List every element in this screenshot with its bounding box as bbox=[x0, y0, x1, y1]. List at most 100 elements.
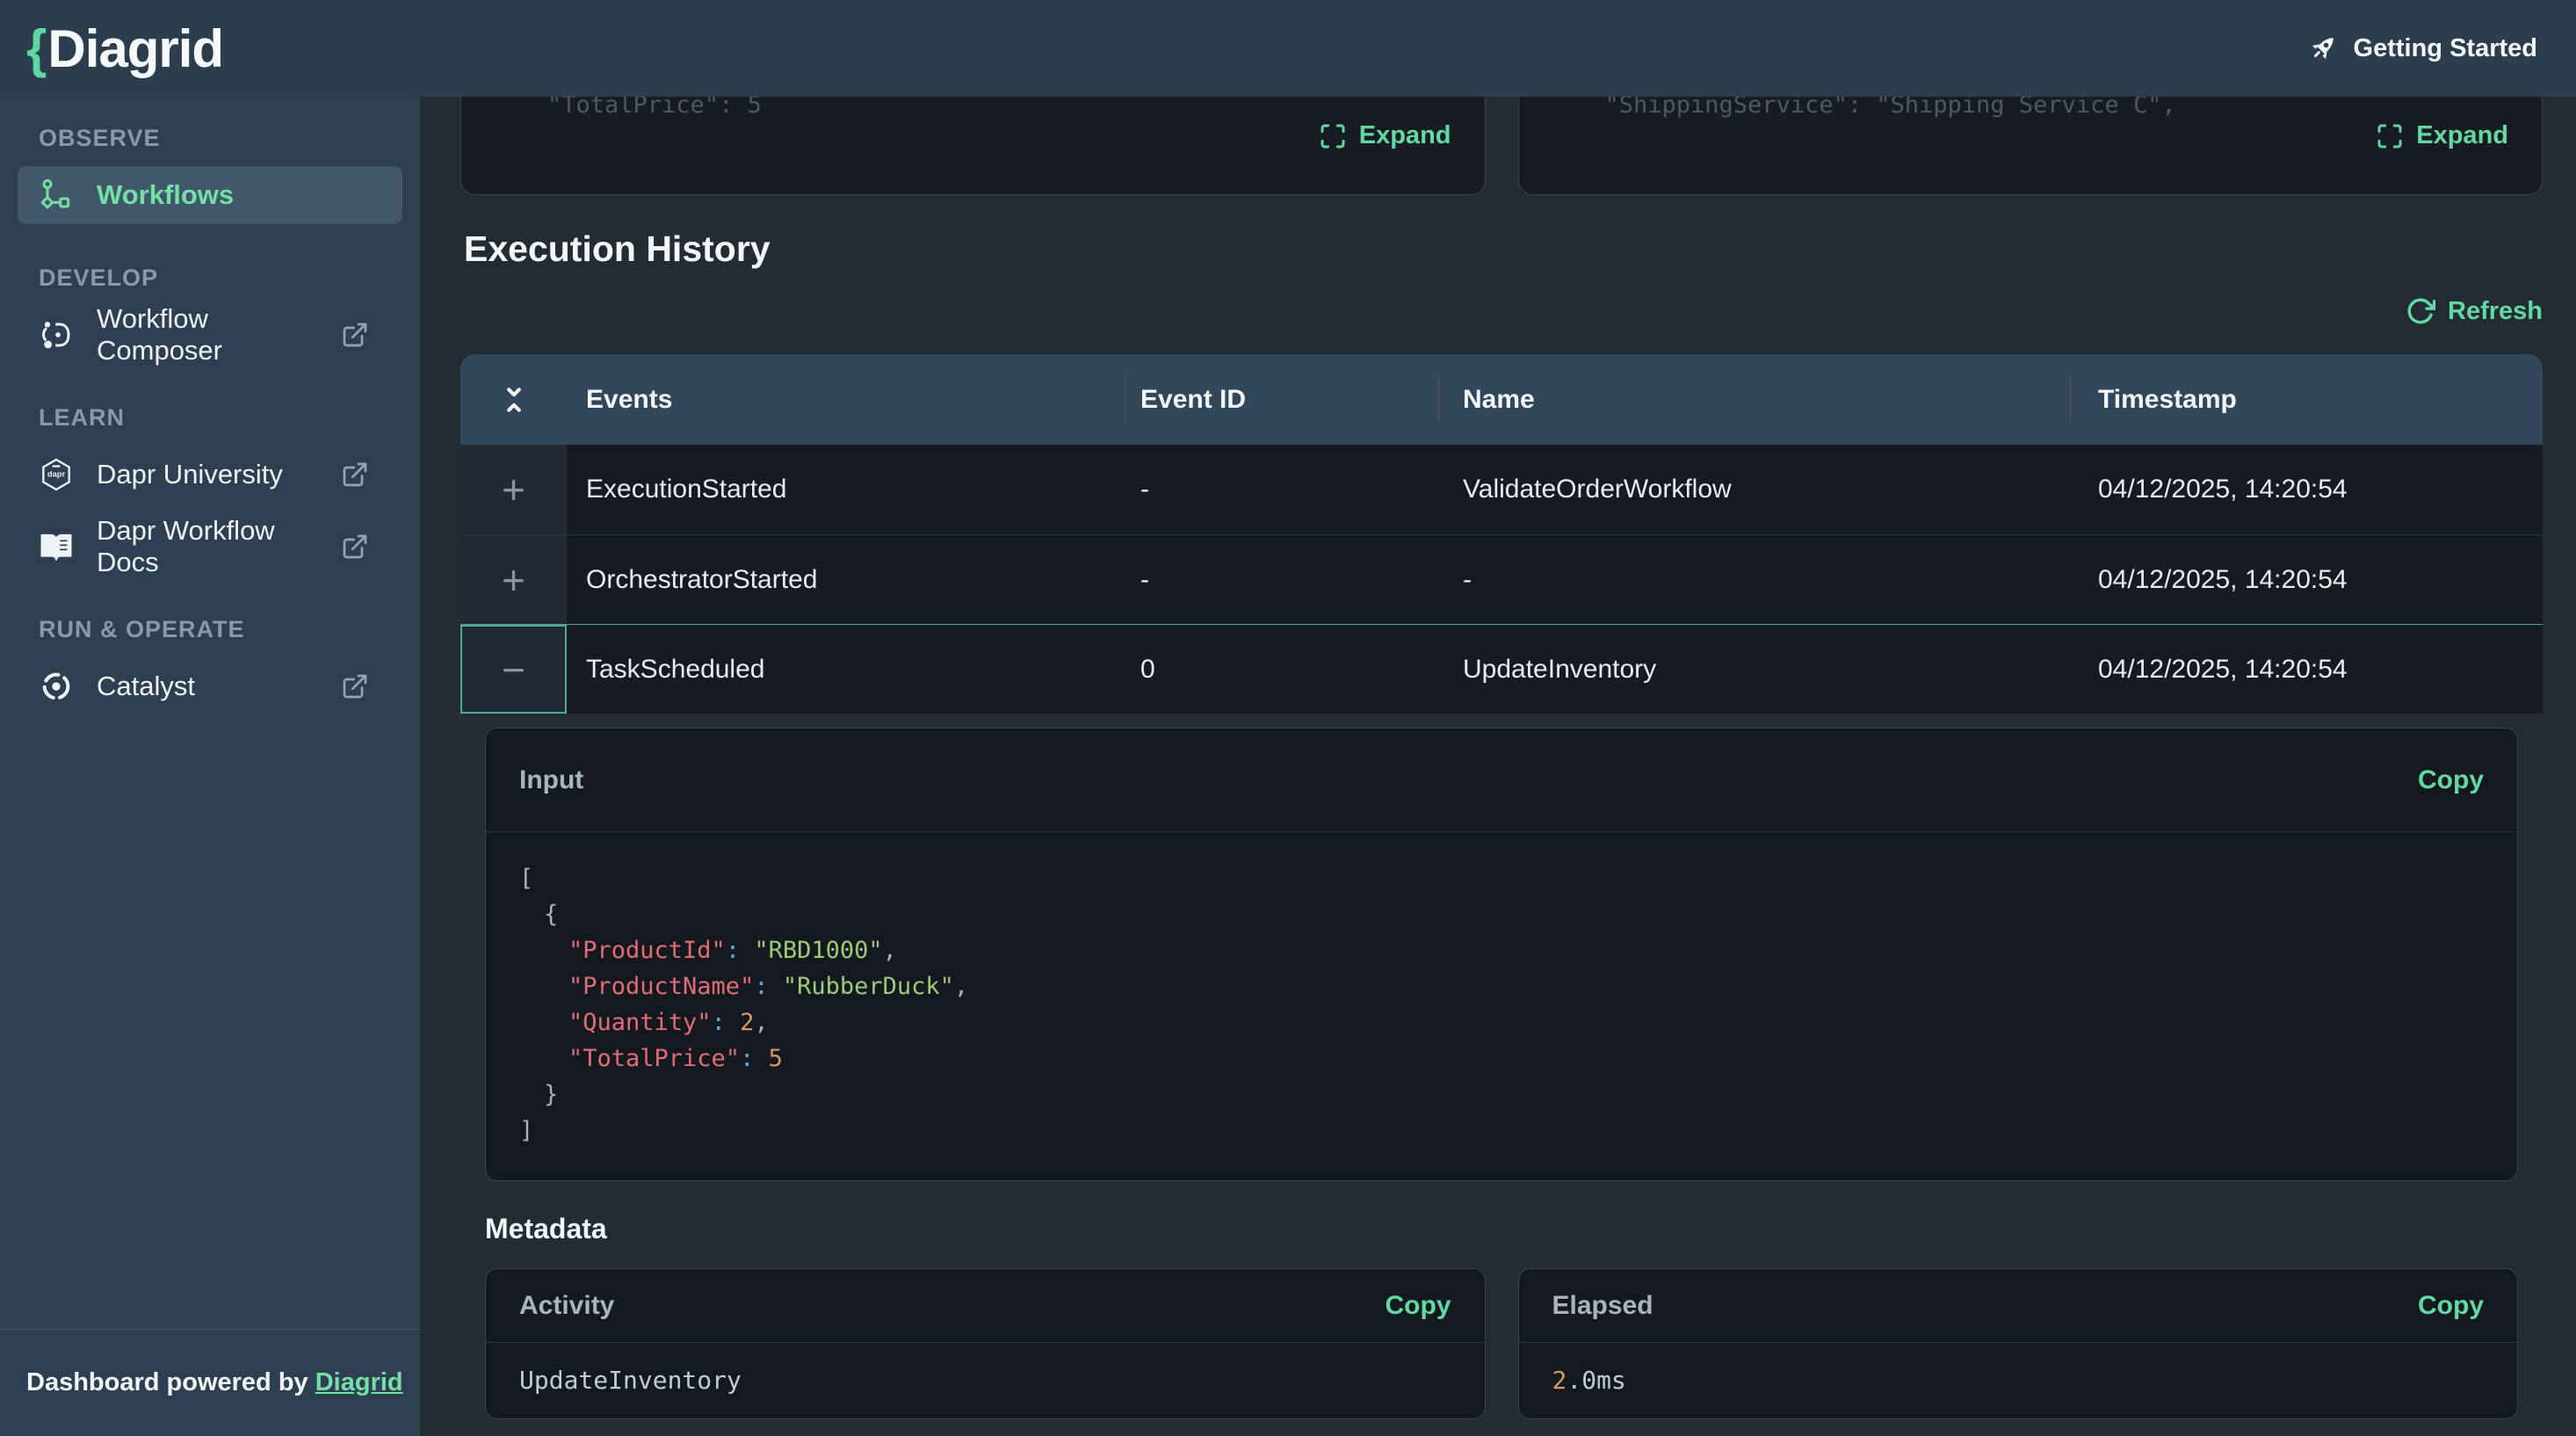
input-panel-header: Input Copy bbox=[486, 729, 2517, 832]
book-open-icon bbox=[39, 529, 74, 564]
cell-event-id: - bbox=[1125, 475, 1438, 504]
dapr-university-icon: dapr bbox=[39, 457, 74, 492]
expand-label: Expand bbox=[2416, 121, 2508, 150]
cell-events: TaskScheduled bbox=[567, 655, 1125, 685]
cell-name: - bbox=[1438, 565, 2070, 595]
expand-row-button[interactable]: + bbox=[460, 535, 567, 624]
cell-name: ValidateOrderWorkflow bbox=[1438, 475, 2070, 504]
panel-code-preview: "TotalPrice": 5 bbox=[547, 97, 762, 119]
refresh-label: Refresh bbox=[2448, 297, 2543, 326]
input-panel: Input Copy [ { "ProductId": "RBD1000", "… bbox=[485, 728, 2518, 1181]
json-line: [ bbox=[519, 860, 2484, 896]
activity-card-header: Activity Copy bbox=[486, 1269, 1485, 1343]
elapsed-card-header: Elapsed Copy bbox=[1519, 1269, 2518, 1343]
activity-card-title: Activity bbox=[519, 1291, 614, 1321]
table-row: + OrchestratorStarted - - 04/12/2025, 14… bbox=[460, 534, 2543, 624]
json-line: "ProductId": "RBD1000", bbox=[519, 932, 2484, 968]
external-link-icon bbox=[341, 321, 369, 349]
external-link-icon bbox=[341, 533, 369, 561]
cell-event-id: - bbox=[1125, 565, 1438, 595]
refresh-icon bbox=[2406, 296, 2435, 326]
powered-by-text: Dashboard powered by bbox=[26, 1368, 308, 1396]
copy-button[interactable]: Copy bbox=[2418, 765, 2484, 795]
expand-label: Expand bbox=[1359, 121, 1451, 150]
workflow-icon bbox=[39, 178, 74, 213]
plus-icon: + bbox=[502, 466, 525, 513]
diagrid-logo[interactable]: {Diagrid bbox=[26, 18, 223, 79]
column-header-events: Events bbox=[567, 354, 1125, 445]
table-header-row: Events Event ID Name Timestamp bbox=[460, 354, 2543, 445]
column-header-name: Name bbox=[1438, 354, 2070, 445]
activity-value: UpdateInventory bbox=[486, 1343, 1485, 1418]
cell-events: ExecutionStarted bbox=[567, 475, 1125, 504]
plus-icon: + bbox=[502, 556, 525, 604]
cell-timestamp: 04/12/2025, 14:20:54 bbox=[2070, 475, 2543, 504]
collapse-vertical-icon bbox=[496, 382, 532, 417]
expand-button[interactable]: Expand bbox=[2376, 121, 2508, 150]
nav-section-observe: OBSERVE Workflows bbox=[0, 125, 420, 224]
nav-section-label: LEARN bbox=[0, 404, 420, 432]
metadata-title: Metadata bbox=[485, 1213, 2518, 1245]
logo-wordmark: Diagrid bbox=[47, 18, 223, 79]
json-line: "Quantity": 2, bbox=[519, 1004, 2484, 1041]
diagrid-footer-link[interactable]: Diagrid bbox=[315, 1368, 403, 1396]
sidebar: OBSERVE Workflows DEVELOP bbox=[0, 97, 420, 1436]
copy-button[interactable]: Copy bbox=[1386, 1291, 1451, 1321]
sidebar-item-catalyst[interactable]: Catalyst bbox=[18, 657, 402, 715]
collapse-all-button[interactable] bbox=[460, 354, 567, 445]
nav-section-learn: LEARN dapr Dapr University bbox=[0, 404, 420, 576]
expand-row-button[interactable]: + bbox=[460, 445, 567, 534]
cell-event-id: 0 bbox=[1125, 655, 1438, 685]
external-link-icon bbox=[341, 672, 369, 700]
sidebar-item-label: Catalyst bbox=[97, 671, 195, 702]
nav-section-develop: DEVELOP Workflow Composer bbox=[0, 265, 420, 364]
activity-card: Activity Copy UpdateInventory bbox=[485, 1268, 1486, 1419]
minus-icon: − bbox=[502, 646, 525, 693]
workflow-input-panel: "TotalPrice": 5 Expand bbox=[460, 97, 1486, 195]
column-header-event-id: Event ID bbox=[1125, 354, 1438, 445]
app-header: {Diagrid Getting Started bbox=[0, 0, 2576, 97]
svg-text:dapr: dapr bbox=[47, 470, 66, 479]
json-line: ] bbox=[519, 1113, 2484, 1149]
sidebar-item-label: Dapr University bbox=[97, 459, 283, 490]
input-panel-title: Input bbox=[519, 765, 583, 795]
json-line: { bbox=[519, 896, 2484, 932]
json-line: "ProductName": "RubberDuck", bbox=[519, 968, 2484, 1004]
workflow-output-panel: "ShippingService": "Shipping Service C",… bbox=[1518, 97, 2543, 195]
table-row-expanded: − TaskScheduled 0 UpdateInventory 04/12/… bbox=[460, 624, 2543, 714]
sidebar-item-workflow-composer[interactable]: Workflow Composer bbox=[18, 306, 402, 364]
nav-section-run-operate: RUN & OPERATE Catalyst bbox=[0, 616, 420, 715]
catalyst-icon bbox=[39, 669, 74, 704]
collapse-row-button[interactable]: − bbox=[460, 625, 567, 714]
logo-brace: { bbox=[26, 18, 46, 79]
elapsed-card-title: Elapsed bbox=[1552, 1291, 1653, 1321]
refresh-button[interactable]: Refresh bbox=[2406, 296, 2543, 326]
getting-started-label: Getting Started bbox=[2354, 34, 2537, 63]
sidebar-item-workflows[interactable]: Workflows bbox=[18, 166, 402, 224]
copy-button[interactable]: Copy bbox=[2418, 1291, 2484, 1321]
main-content: "TotalPrice": 5 Expand "ShippingService"… bbox=[420, 97, 2576, 1436]
rocket-icon bbox=[2306, 32, 2340, 65]
metadata-cards-row: Activity Copy UpdateInventory Elapsed Co… bbox=[485, 1268, 2518, 1419]
expand-icon bbox=[1319, 122, 1347, 150]
sidebar-item-dapr-workflow-docs[interactable]: Dapr Workflow Docs bbox=[18, 518, 402, 576]
cell-events: OrchestratorStarted bbox=[567, 565, 1125, 595]
sidebar-footer: Dashboard powered by Diagrid bbox=[0, 1329, 420, 1436]
table-row: + ExecutionStarted - ValidateOrderWorkfl… bbox=[460, 445, 2543, 534]
expand-button[interactable]: Expand bbox=[1319, 121, 1451, 150]
refresh-row: Refresh bbox=[460, 296, 2543, 326]
elapsed-value: 2.0ms bbox=[1519, 1343, 2518, 1418]
sidebar-item-label: Workflows bbox=[97, 179, 234, 211]
nav-section-label: OBSERVE bbox=[0, 125, 420, 152]
sidebar-item-label: Workflow Composer bbox=[97, 303, 318, 366]
page-title: Execution History bbox=[464, 228, 2543, 270]
row-detail-section: Input Copy [ { "ProductId": "RBD1000", "… bbox=[485, 728, 2518, 1419]
external-link-icon bbox=[341, 461, 369, 489]
expand-icon bbox=[2376, 122, 2404, 150]
input-json-code: [ { "ProductId": "RBD1000", "ProductName… bbox=[486, 832, 2517, 1180]
sidebar-item-label: Dapr Workflow Docs bbox=[97, 515, 318, 578]
getting-started-button[interactable]: Getting Started bbox=[2306, 32, 2537, 65]
nav-section-label: RUN & OPERATE bbox=[0, 616, 420, 643]
sidebar-item-dapr-university[interactable]: dapr Dapr University bbox=[18, 446, 402, 504]
workflow-composer-icon bbox=[39, 317, 74, 352]
